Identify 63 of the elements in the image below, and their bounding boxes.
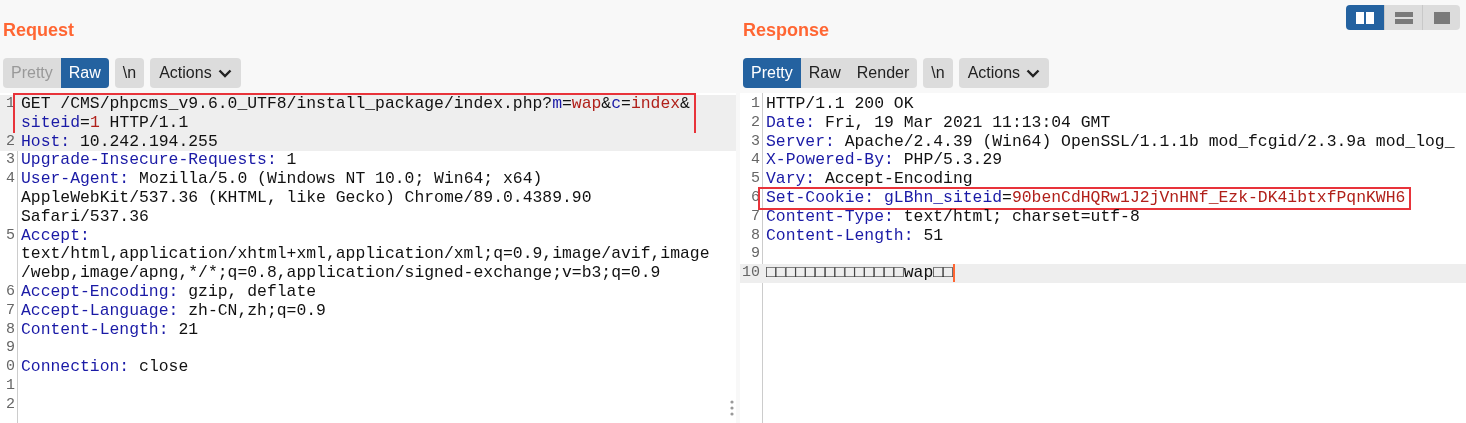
code-line: Accept-Encoding: gzip, deflate <box>21 282 317 302</box>
view-tab[interactable]: Render <box>848 58 918 88</box>
line-number: 5 <box>751 170 760 189</box>
line-number: 10 <box>742 264 760 283</box>
code-line: Content-Length: 51 <box>766 226 944 246</box>
code-line: /webp,image/apng,*/*;q=0.8,application/signed-exchange;v=b3;q=0.9 <box>21 264 661 283</box>
line-number: 5 <box>6 226 15 246</box>
code-line: Content-Length: 21 <box>21 320 199 340</box>
line-number: 7 <box>751 207 760 227</box>
code-line: Accept: <box>21 226 90 246</box>
line-number: 9 <box>6 339 15 359</box>
drag-handle-icon[interactable] <box>730 400 734 416</box>
line-number: 4 <box>6 170 15 190</box>
code-line: AppleWebKit/537.36 (KHTML, like Gecko) Chrome/89.0.4389.90 <box>21 189 592 208</box>
newline-toggle[interactable]: \n <box>114 58 145 88</box>
newline-toggle[interactable]: \n <box>923 58 953 88</box>
code-line: Set-Cookie: gLBhn_siteid=90benCdHQRw1J2jVnHNf_Ezk-DK4ibtxfPqnKWH6 <box>766 189 1406 208</box>
rows-icon <box>1393 10 1414 25</box>
code-line: Connection: close <box>21 358 189 377</box>
line-number: 8 <box>6 320 15 340</box>
line-number: 2 <box>6 395 15 415</box>
single-pane-icon <box>1431 10 1452 25</box>
code-line: Server: Apache/2.4.39 (Win64) OpenSSL/1.1.1b mod_fcgid/2.3.9a mod_log_ <box>766 132 1455 152</box>
line-number: 1 <box>6 376 15 396</box>
code-line: Content-Type: text/html; charset=utf-8 <box>766 207 1140 227</box>
columns-icon <box>1355 10 1375 25</box>
layout-button[interactable] <box>1346 5 1384 30</box>
view-tab[interactable]: Raw <box>800 58 849 88</box>
code-line: Upgrade-Insecure-Requests: 1 <box>21 151 297 171</box>
line-number: 4 <box>751 151 760 171</box>
code-line: X-Powered-By: PHP/5.3.29 <box>766 151 1003 171</box>
view-tab[interactable]: Pretty <box>743 58 801 88</box>
line-number: 1 <box>6 95 15 114</box>
code-line: Accept-Language: zh-CN,zh;q=0.9 <box>21 301 326 321</box>
code-line: Safari/537.36 <box>21 207 149 227</box>
code-line: Vary: Accept-Encoding <box>766 170 973 189</box>
code-line: Date: Fri, 19 Mar 2021 11:13:04 GMT <box>766 113 1111 133</box>
line-number: 8 <box>751 226 760 246</box>
code-line: HTTP/1.1 200 OK <box>766 95 914 114</box>
line-number: 9 <box>751 245 760 265</box>
panel-title: Request <box>3 19 74 41</box>
line-number: 6 <box>6 282 15 302</box>
line-number: 3 <box>751 132 760 152</box>
actions-dropdown[interactable]: Actions <box>958 58 1050 88</box>
code-line: siteid=1 HTTP/1.1 <box>21 113 189 133</box>
line-number: 1 <box>751 95 760 114</box>
code-line: User-Agent: Mozilla/5.0 (Windows NT 10.0; Win64; x64) <box>21 170 543 189</box>
panel-title: Response <box>743 19 830 41</box>
code-line: GET /CMS/phpcms_v9.6.0_UTF8/install_package/index.php?m=wap&c=index& <box>21 95 690 114</box>
chevron-down-icon <box>1026 68 1041 78</box>
code-line: □□□□□□□□□□□□□□wap□□ <box>766 264 953 283</box>
line-number: 0 <box>6 358 15 377</box>
line-number: 2 <box>751 113 760 133</box>
code-line: Host: 10.242.194.255 <box>21 132 218 152</box>
chevron-down-icon <box>217 68 232 78</box>
layout-button[interactable] <box>1384 5 1422 30</box>
view-tab[interactable]: Raw <box>60 58 109 88</box>
code-line: text/html,application/xhtml+xml,application/xml;q=0.9,image/avif,image <box>21 245 710 265</box>
actions-dropdown[interactable]: Actions <box>150 58 241 88</box>
line-number: 2 <box>6 132 15 152</box>
line-number: 3 <box>6 151 15 171</box>
line-number: 7 <box>6 301 15 321</box>
layout-button[interactable] <box>1422 5 1460 30</box>
